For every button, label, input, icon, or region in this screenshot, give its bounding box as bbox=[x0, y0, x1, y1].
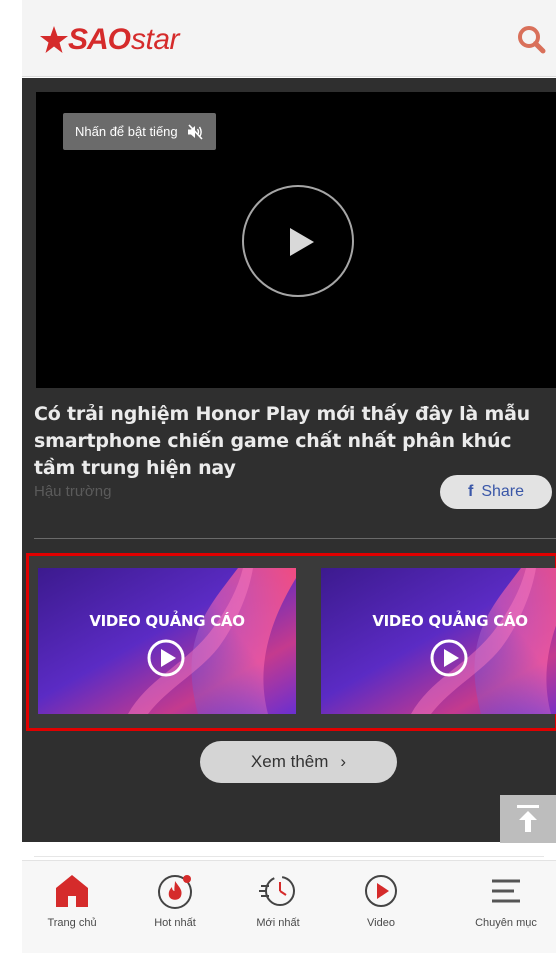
share-label: Share bbox=[481, 483, 525, 500]
logo-text-light: star bbox=[131, 23, 180, 56]
video-ad-card[interactable]: VIDEO QUẢNG CÁO bbox=[38, 568, 296, 714]
search-button[interactable] bbox=[514, 22, 550, 58]
search-icon bbox=[518, 26, 546, 54]
play-icon bbox=[290, 228, 314, 256]
clock-icon bbox=[259, 876, 295, 906]
unmute-tooltip-label: Nhấn để bật tiếng bbox=[75, 124, 178, 139]
arrow-up-icon bbox=[517, 805, 539, 832]
see-more-label: Xem thêm bbox=[250, 752, 329, 771]
bottom-nav: Trang chủ Hot nhất Mới nhất Video Chuyên… bbox=[22, 860, 556, 953]
share-button[interactable]: f Share bbox=[440, 475, 552, 509]
video-play-icon bbox=[365, 875, 397, 907]
play-circle-icon bbox=[147, 639, 185, 677]
ad-carousel: VIDEO QUẢNG CÁO VIDEO QUẢNG CÁO bbox=[26, 553, 556, 731]
saostar-logo[interactable]: SAO star bbox=[38, 18, 180, 62]
nav-item-hot[interactable]: Hot nhất bbox=[125, 871, 225, 943]
menu-icon bbox=[492, 879, 520, 903]
nav-item-latest[interactable]: Mới nhất bbox=[228, 871, 328, 943]
ad-label: VIDEO QUẢNG CÁO bbox=[372, 612, 528, 630]
nav-label: Trang chủ bbox=[47, 917, 97, 929]
divider bbox=[34, 538, 556, 539]
ad-label: VIDEO QUẢNG CÁO bbox=[89, 612, 245, 630]
video-player[interactable]: Nhấn để bật tiếng bbox=[36, 92, 556, 388]
nav-label: Chuyên mục bbox=[475, 917, 537, 929]
nav-label: Hot nhất bbox=[154, 917, 196, 929]
site-header: SAO star bbox=[22, 0, 556, 77]
article-title[interactable]: Có trải nghiệm Honor Play mới thấy đây l… bbox=[34, 401, 549, 482]
nav-item-video[interactable]: Video bbox=[331, 871, 431, 943]
flame-icon bbox=[158, 875, 192, 909]
play-circle-icon bbox=[430, 639, 468, 677]
nav-item-categories[interactable]: Chuyên mục bbox=[456, 871, 556, 943]
play-button[interactable] bbox=[242, 185, 354, 297]
content-area: Nhấn để bật tiếng Có trải nghiệm Honor P… bbox=[22, 78, 556, 842]
unmute-tooltip[interactable]: Nhấn để bật tiếng bbox=[63, 113, 216, 150]
page-viewport: SAO star Nhấn để bật tiếng Có trải nghiệ… bbox=[22, 0, 556, 953]
nav-label: Mới nhất bbox=[256, 917, 300, 929]
home-icon bbox=[56, 875, 88, 907]
facebook-icon: f bbox=[467, 483, 474, 500]
speaker-muted-icon bbox=[187, 123, 203, 140]
nav-label: Video bbox=[367, 917, 395, 929]
article-category[interactable]: Hậu trường bbox=[34, 483, 111, 500]
star-logo-icon bbox=[40, 26, 68, 53]
divider bbox=[34, 856, 544, 857]
nav-item-home[interactable]: Trang chủ bbox=[22, 871, 122, 943]
see-more-button[interactable]: Xem thêm › bbox=[200, 741, 397, 783]
logo-text-bold: SAO bbox=[68, 23, 131, 56]
back-to-top-button[interactable] bbox=[500, 795, 556, 843]
video-ad-card[interactable]: VIDEO QUẢNG CÁO bbox=[321, 568, 556, 714]
chevron-right-icon: › bbox=[340, 752, 347, 771]
